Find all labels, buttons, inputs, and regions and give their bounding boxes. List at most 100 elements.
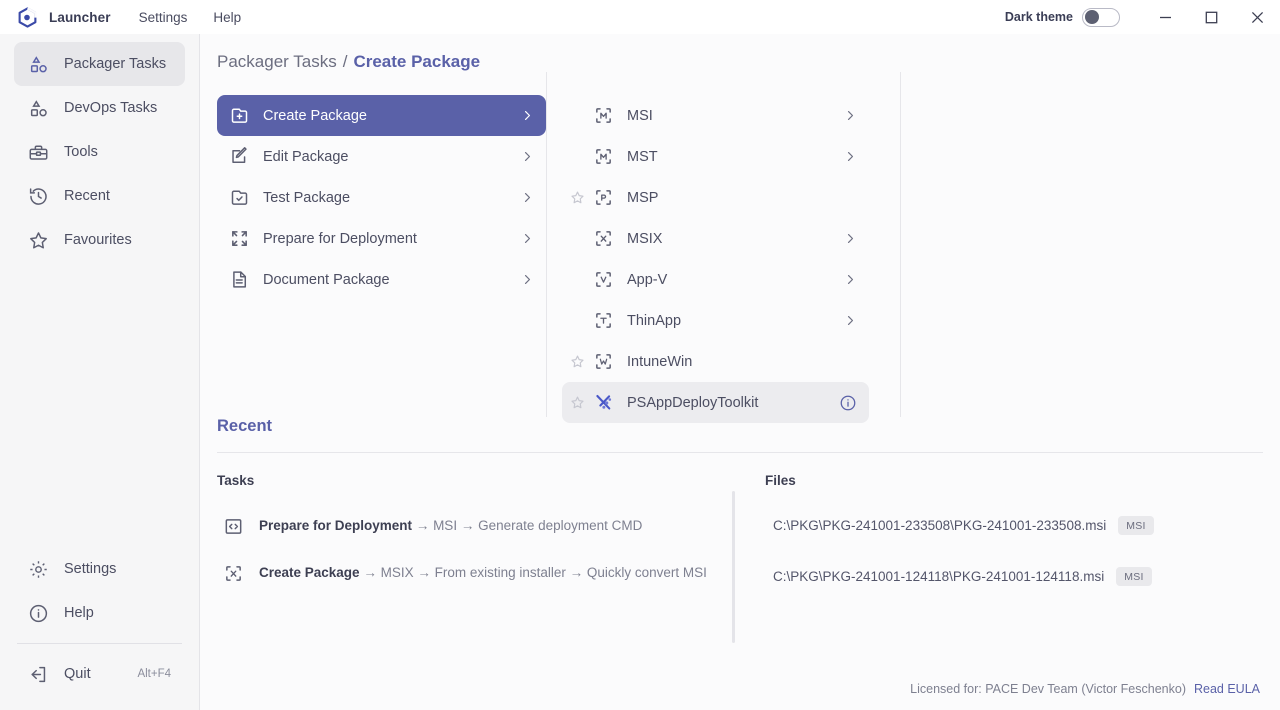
- menu-settings[interactable]: Settings: [139, 10, 188, 25]
- favourite-star-icon[interactable]: [562, 395, 592, 410]
- psadt-icon: [592, 392, 614, 414]
- recent-files-header: Files: [765, 473, 796, 488]
- task-item-edit-package[interactable]: Edit Package: [217, 136, 546, 177]
- document-icon: [228, 269, 250, 291]
- recent-file-path: C:\PKG\PKG-241001-124118\PKG-241001-1241…: [773, 569, 1105, 584]
- close-button[interactable]: [1234, 0, 1280, 34]
- bracket-t-icon: [592, 310, 614, 332]
- file-type-badge: MSI: [1118, 516, 1154, 535]
- sidebar-item-quit[interactable]: Quit Alt+F4: [14, 652, 185, 696]
- recent-tasks-column: Tasks Prepare for Deployment → MSI → Gen…: [217, 473, 732, 668]
- format-item-label: MSIX: [627, 230, 663, 247]
- breadcrumb-root[interactable]: Packager Tasks: [217, 52, 337, 72]
- format-item-mst[interactable]: MST: [562, 136, 869, 177]
- titlebar-right: Dark theme: [1005, 0, 1280, 34]
- format-item-msp[interactable]: MSP: [562, 177, 869, 218]
- bracket-v-icon: [592, 269, 614, 291]
- sidebar-item-recent[interactable]: Recent: [14, 174, 185, 218]
- chevron-right-icon: [521, 191, 534, 204]
- task-item-label: Edit Package: [263, 148, 349, 165]
- chevron-right-icon: [844, 314, 857, 327]
- recent-task-row[interactable]: Prepare for Deployment → MSI → Generate …: [217, 510, 732, 543]
- format-item-label: App-V: [627, 271, 668, 288]
- toolbox-icon: [27, 141, 49, 163]
- bracket-x-icon: [223, 563, 245, 585]
- sidebar-item-label: Settings: [64, 561, 117, 577]
- sidebar-item-favourites[interactable]: Favourites: [14, 218, 185, 262]
- quit-shortcut: Alt+F4: [137, 668, 171, 680]
- bracket-m-icon: [592, 105, 614, 127]
- bracket-m-icon: [592, 146, 614, 168]
- task-item-label: Prepare for Deployment: [263, 230, 417, 247]
- recent-files-column: Files C:\PKG\PKG-241001-233508\PKG-24100…: [750, 473, 1263, 668]
- bracket-x-icon: [592, 228, 614, 250]
- chevron-right-icon: [844, 232, 857, 245]
- format-menu-column: MSI MST MSP MSIX App-V ThinApp IntuneWin…: [546, 72, 900, 423]
- format-item-msi[interactable]: MSI: [562, 95, 869, 136]
- recent-task-path: → MSI → Generate deployment CMD: [415, 518, 643, 533]
- bracket-w-icon: [592, 351, 614, 373]
- task-item-label: Document Package: [263, 271, 390, 288]
- recent-task-row[interactable]: Create Package → MSIX → From existing in…: [217, 557, 732, 590]
- license-text: Licensed for: PACE Dev Team (Victor Fesc…: [910, 682, 1186, 696]
- recent-section: Recent Tasks Prepare for Deployment → MS…: [200, 417, 1280, 668]
- recent-tasks-header: Tasks: [217, 473, 255, 488]
- sidebar-divider: [17, 643, 182, 644]
- format-item-thinapp[interactable]: ThinApp: [562, 300, 869, 341]
- task-item-test-package[interactable]: Test Package: [217, 177, 546, 218]
- empty-column: [900, 72, 1280, 417]
- menu-help[interactable]: Help: [213, 10, 241, 25]
- maximize-button[interactable]: [1188, 0, 1234, 34]
- task-item-label: Test Package: [263, 189, 351, 206]
- folder-check-icon: [228, 187, 250, 209]
- sidebar-item-settings[interactable]: Settings: [14, 547, 185, 591]
- edit-pencil-icon: [228, 146, 250, 168]
- format-item-label: MST: [627, 148, 658, 165]
- format-item-intunewin[interactable]: IntuneWin: [562, 341, 869, 382]
- recent-task-text: Create Package → MSIX → From existing in…: [259, 562, 707, 584]
- format-item-appv[interactable]: App-V: [562, 259, 869, 300]
- sidebar-item-tools[interactable]: Tools: [14, 130, 185, 174]
- format-item-psappdeploytoolkit[interactable]: PSAppDeployToolkit: [562, 382, 869, 423]
- chevron-right-icon: [521, 150, 534, 163]
- star-icon: [27, 229, 49, 251]
- recent-file-row[interactable]: C:\PKG\PKG-241001-233508\PKG-241001-2335…: [765, 510, 1263, 541]
- chevron-right-icon: [844, 150, 857, 163]
- task-item-label: Create Package: [263, 107, 367, 124]
- shapes-icon: [27, 97, 49, 119]
- menubar: Settings Help: [139, 10, 242, 25]
- gear-icon: [27, 558, 49, 580]
- recent-task-name: Prepare for Deployment: [259, 518, 413, 533]
- favourite-star-icon[interactable]: [562, 354, 592, 369]
- read-eula-link[interactable]: Read EULA: [1194, 682, 1260, 696]
- format-item-msix[interactable]: MSIX: [562, 218, 869, 259]
- task-item-document-package[interactable]: Document Package: [217, 259, 546, 300]
- dark-theme-toggle[interactable]: [1082, 7, 1120, 27]
- sidebar-item-help[interactable]: Help: [14, 591, 185, 635]
- task-item-create-package[interactable]: Create Package: [217, 95, 546, 136]
- sidebar-item-label: Help: [64, 605, 94, 621]
- task-item-prepare-for-deployment[interactable]: Prepare for Deployment: [217, 218, 546, 259]
- menu-columns: Create Package Edit Package Test Package…: [200, 72, 1280, 423]
- chevron-right-icon: [521, 232, 534, 245]
- sidebar-item-label: DevOps Tasks: [64, 100, 158, 116]
- recent-columns: Tasks Prepare for Deployment → MSI → Gen…: [217, 473, 1263, 668]
- folder-plus-icon: [228, 105, 250, 127]
- body: Packager Tasks DevOps Tasks Tools Recent…: [0, 34, 1280, 710]
- minimize-button[interactable]: [1142, 0, 1188, 34]
- launcher-window: Launcher Settings Help Dark theme Packag…: [0, 0, 1280, 710]
- chevron-right-icon: [844, 273, 857, 286]
- main-content: Packager Tasks / Create Package Create P…: [200, 34, 1280, 710]
- brand-name: Launcher: [49, 9, 111, 25]
- favourite-star-icon[interactable]: [562, 190, 592, 205]
- recent-file-row[interactable]: C:\PKG\PKG-241001-124118\PKG-241001-1241…: [765, 561, 1263, 592]
- titlebar: Launcher Settings Help Dark theme: [0, 0, 1280, 34]
- sidebar-item-packager-tasks[interactable]: Packager Tasks: [14, 42, 185, 86]
- code-brackets-icon: [223, 516, 245, 538]
- sidebar-item-devops-tasks[interactable]: DevOps Tasks: [14, 86, 185, 130]
- format-item-label: IntuneWin: [627, 353, 693, 370]
- footer: Licensed for: PACE Dev Team (Victor Fesc…: [200, 668, 1280, 710]
- format-item-label: ThinApp: [627, 312, 682, 329]
- info-circle-icon[interactable]: [839, 394, 857, 412]
